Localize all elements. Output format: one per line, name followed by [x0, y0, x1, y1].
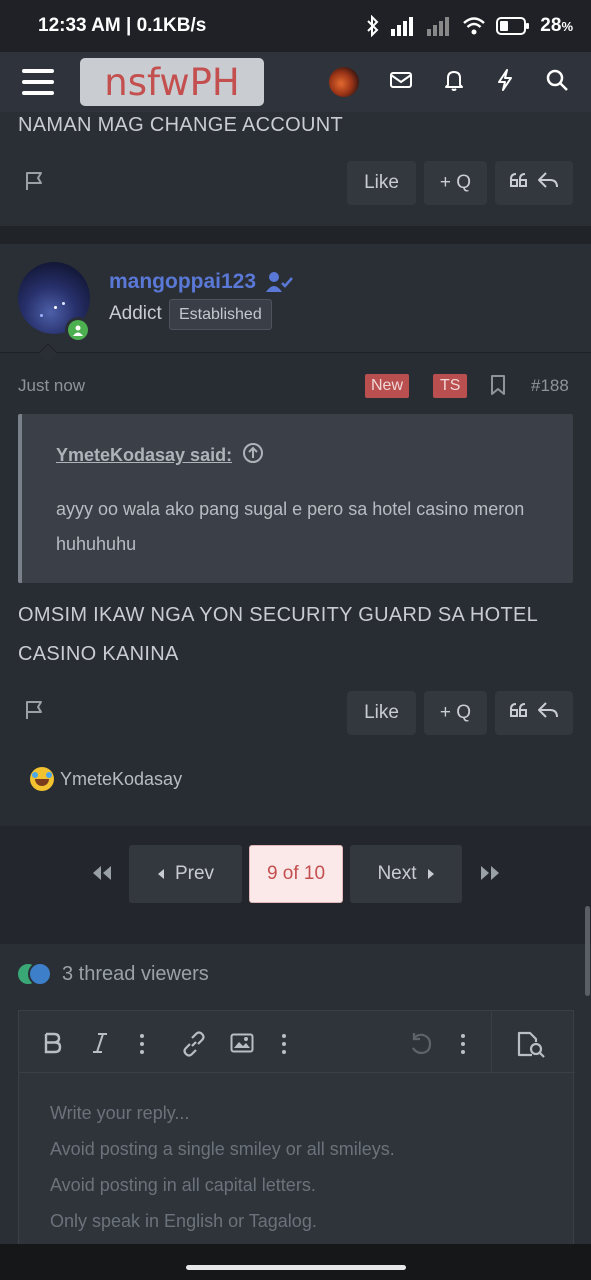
user-avatar[interactable]: [329, 67, 359, 97]
online-indicator: [65, 317, 91, 343]
bookmark-icon[interactable]: [490, 374, 506, 401]
quote-icon: [508, 700, 530, 726]
reply-icon: [536, 700, 560, 726]
signal-2-icon: [426, 16, 452, 36]
chevron-right-icon: [427, 869, 434, 879]
reaction-user: YmeteKodasay: [60, 768, 183, 789]
pagination: Prev 9 of 10 Next: [0, 826, 591, 944]
system-nav-bar: [0, 1244, 591, 1280]
placeholder-line: Avoid posting a single smiley or all smi…: [50, 1139, 395, 1159]
like-button[interactable]: Like: [347, 691, 416, 735]
placeholder-line: Write your reply...: [50, 1103, 190, 1123]
italic-icon[interactable]: [91, 1031, 109, 1060]
multi-quote-button[interactable]: + Q: [424, 691, 487, 735]
post-number[interactable]: #188: [531, 376, 569, 396]
editor-toolbar: [19, 1011, 575, 1073]
top-nav: nsfwPH: [0, 52, 591, 112]
quote-icon: [508, 170, 530, 196]
placeholder-line: Avoid posting in all capital letters.: [50, 1175, 316, 1195]
quote-reply-button[interactable]: [495, 161, 573, 205]
post-time[interactable]: Just now: [18, 376, 85, 396]
post-separator: [0, 226, 591, 244]
site-logo[interactable]: nsfwPH: [80, 58, 264, 106]
quote-author-label: YmeteKodasay said:: [56, 445, 233, 465]
report-flag-icon[interactable]: [24, 170, 46, 192]
reaction-list[interactable]: YmeteKodasay: [30, 767, 182, 791]
poster-username[interactable]: mangoppai123: [109, 270, 256, 294]
report-flag-icon[interactable]: [24, 699, 46, 721]
battery-icon: [496, 17, 530, 35]
preview-icon[interactable]: [516, 1030, 546, 1063]
link-icon[interactable]: [181, 1031, 207, 1062]
battery-level: 28%: [540, 15, 573, 36]
page-scrollbar[interactable]: [585, 906, 590, 996]
laughing-emoji-icon: [30, 767, 54, 791]
toolbar-separator: [491, 1011, 492, 1073]
previous-post: NAMAN MAG CHANGE ACCOUNT Like + Q: [0, 112, 591, 226]
thread-viewers-label: 3 thread viewers: [62, 962, 209, 985]
thread-viewers[interactable]: 3 thread viewers: [16, 962, 209, 986]
viewer-avatar: [28, 962, 52, 986]
search-icon[interactable]: [545, 68, 569, 97]
home-indicator[interactable]: [186, 1265, 406, 1270]
last-page-icon[interactable]: [478, 864, 502, 887]
quote-reply-button[interactable]: [495, 691, 573, 735]
lightning-icon[interactable]: [495, 68, 515, 97]
bluetooth-icon: [366, 15, 380, 37]
signal-icon: [390, 16, 416, 36]
status-time: 12:33 AM | 0.1KB/s: [38, 15, 207, 36]
post-message: OMSIM IKAW NGA YON SECURITY GUARD SA HOT…: [18, 604, 538, 665]
verified-user-icon: [266, 271, 294, 298]
more-options-icon[interactable]: [139, 1033, 145, 1060]
current-page[interactable]: 9 of 10: [249, 845, 343, 903]
menu-icon[interactable]: [22, 69, 54, 95]
poster-badge: Established: [169, 299, 272, 330]
like-button[interactable]: Like: [347, 161, 416, 205]
more-insert-icon[interactable]: [281, 1033, 287, 1060]
jump-up-icon[interactable]: [242, 442, 264, 469]
previous-post-message: NAMAN MAG CHANGE ACCOUNT: [18, 114, 344, 136]
mail-icon[interactable]: [389, 70, 413, 95]
reply-placeholder[interactable]: Write your reply... Avoid posting a sing…: [50, 1095, 395, 1239]
quote-block: YmeteKodasay said: ayyy oo wala ako pang…: [18, 414, 573, 583]
quote-text: ayyy oo wala ako pang sugal e pero sa ho…: [56, 499, 525, 554]
ts-tag: TS: [433, 374, 468, 398]
reply-section: 3 thread viewers Write your reply... Avo…: [0, 944, 591, 1250]
next-page-button[interactable]: Next: [350, 845, 462, 903]
new-tag: New: [365, 374, 410, 398]
prev-page-button[interactable]: Prev: [129, 845, 242, 903]
poster-title: Addict: [109, 303, 162, 324]
status-bar: 12:33 AM | 0.1KB/s 28%: [0, 0, 591, 52]
bold-icon[interactable]: [43, 1031, 63, 1060]
quote-author[interactable]: YmeteKodasay said:: [56, 442, 264, 469]
reply-editor[interactable]: Write your reply... Avoid posting a sing…: [18, 1010, 575, 1250]
first-page-icon[interactable]: [90, 864, 114, 887]
user-divider: [0, 352, 591, 353]
more-history-icon[interactable]: [460, 1033, 466, 1060]
reply-icon: [536, 170, 560, 196]
post-188: mangoppai123 Addict Established Just now…: [0, 244, 591, 826]
chevron-left-icon: [157, 869, 164, 879]
multi-quote-button[interactable]: + Q: [424, 161, 487, 205]
image-icon[interactable]: [230, 1033, 254, 1058]
undo-icon[interactable]: [408, 1031, 434, 1062]
bell-icon[interactable]: [443, 68, 465, 97]
wifi-icon: [462, 16, 486, 36]
placeholder-line: Only speak in English or Tagalog.: [50, 1211, 317, 1231]
